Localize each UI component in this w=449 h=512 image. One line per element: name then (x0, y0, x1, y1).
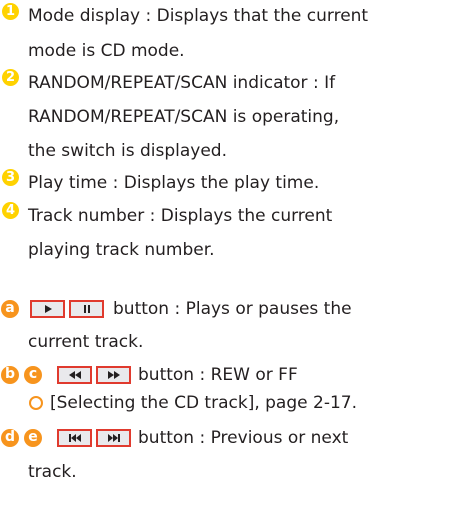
pause-icon (83, 305, 90, 313)
item-1-line-2: mode is CD mode. (28, 41, 185, 61)
badge-4: 4 (2, 202, 19, 219)
badge-3: 3 (2, 169, 19, 186)
item-2-line-1: RANDOM/REPEAT/SCAN indicator : If (28, 73, 336, 93)
next-track-button[interactable] (96, 429, 131, 447)
fast-forward-button[interactable] (96, 366, 131, 384)
control-a-text: button : Plays or pauses the (113, 299, 352, 319)
badge-c: c (24, 366, 42, 384)
item-2-line-2: RANDOM/REPEAT/SCAN is operating, (28, 107, 340, 127)
control-bc-note[interactable]: [Selecting the CD track], page 2-17. (50, 392, 357, 414)
pause-button[interactable] (69, 300, 104, 318)
badge-e: e (24, 429, 42, 447)
control-de-continuation: track. (28, 462, 77, 482)
previous-track-icon (68, 434, 81, 442)
next-track-icon (107, 434, 120, 442)
item-1-line-1: Mode display : Displays that the current (28, 6, 369, 26)
item-3-line-1: Play time : Displays the play time. (28, 173, 320, 193)
previous-track-button[interactable] (57, 429, 92, 447)
play-button[interactable] (30, 300, 65, 318)
badge-d: d (1, 429, 19, 447)
control-a-continuation: current track. (28, 332, 144, 352)
item-4-line-2: playing track number. (28, 240, 215, 260)
control-de-text: button : Previous or next (138, 428, 349, 448)
item-2-line-3: the switch is displayed. (28, 141, 227, 161)
badge-2: 2 (2, 69, 19, 86)
play-icon (44, 305, 52, 313)
item-4-line-1: Track number : Displays the current (28, 206, 333, 226)
rewind-button[interactable] (57, 366, 92, 384)
badge-1: 1 (2, 3, 19, 20)
reference-icon (29, 396, 43, 410)
badge-a: a (1, 300, 19, 318)
rewind-icon (68, 371, 81, 379)
control-bc-text: button : REW or FF (138, 365, 298, 385)
fast-forward-icon (107, 371, 120, 379)
badge-b: b (1, 366, 19, 384)
